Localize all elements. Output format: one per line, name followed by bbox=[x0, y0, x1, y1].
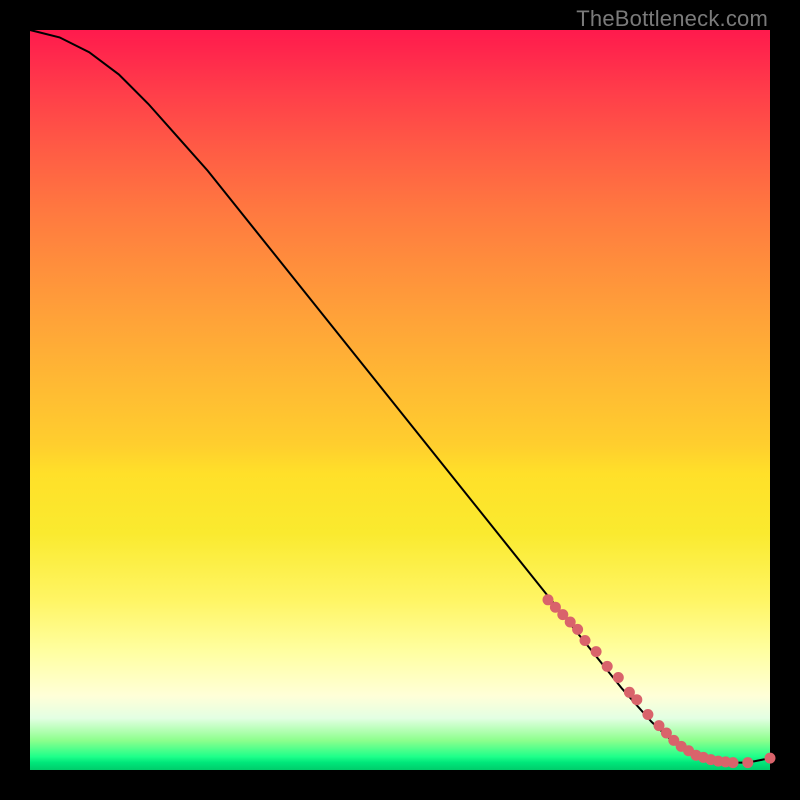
data-point bbox=[580, 635, 591, 646]
data-point bbox=[613, 672, 624, 683]
data-point bbox=[742, 757, 753, 768]
curve-path bbox=[30, 30, 770, 763]
chart-stage: TheBottleneck.com bbox=[0, 0, 800, 800]
data-point bbox=[765, 753, 776, 764]
data-point bbox=[728, 757, 739, 768]
chart-overlay bbox=[30, 30, 770, 770]
data-point bbox=[591, 646, 602, 657]
data-point bbox=[631, 694, 642, 705]
data-point bbox=[602, 661, 613, 672]
data-point bbox=[642, 709, 653, 720]
data-point bbox=[572, 624, 583, 635]
highlight-points bbox=[543, 594, 776, 768]
watermark-text: TheBottleneck.com bbox=[576, 6, 768, 32]
curve-line bbox=[30, 30, 770, 763]
